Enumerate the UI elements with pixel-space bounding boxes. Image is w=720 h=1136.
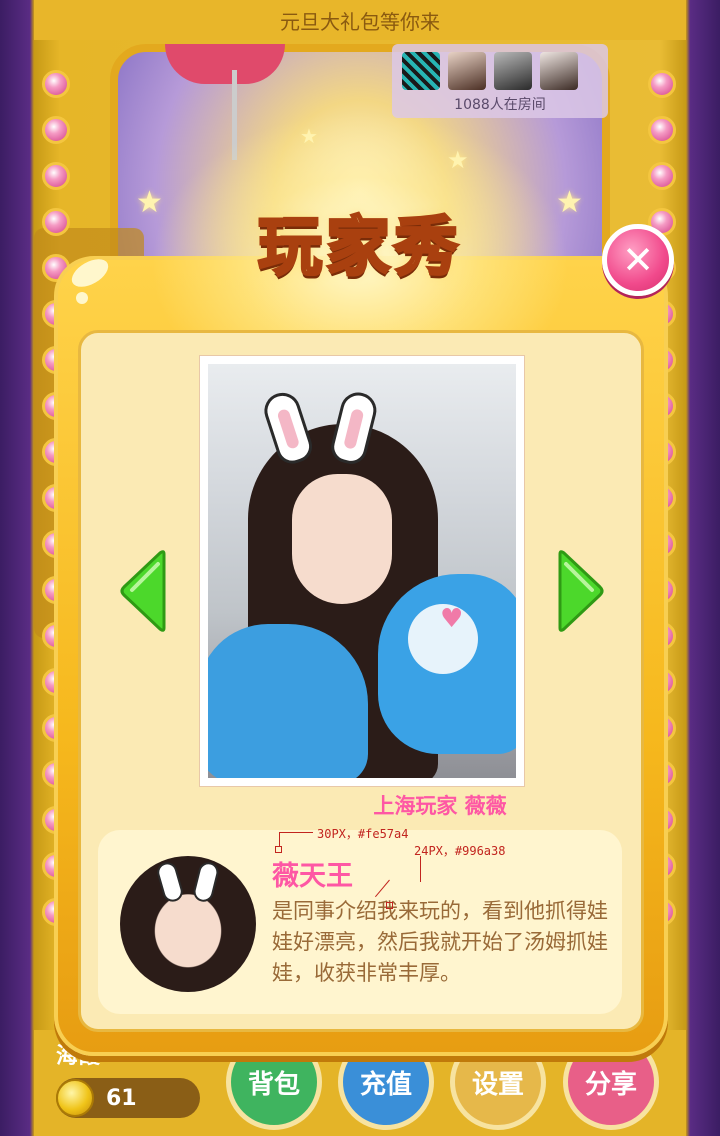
commenter-name: 薇天王 <box>272 861 353 892</box>
star-icon: ★ <box>447 146 469 174</box>
annotation-line <box>279 832 280 846</box>
annotation-marker <box>386 902 393 909</box>
player-photo-frame: ♥ <box>199 355 525 787</box>
next-arrow-icon[interactable] <box>556 550 606 632</box>
close-button[interactable]: ✕ <box>602 224 674 296</box>
bunny-ear-right <box>191 860 221 904</box>
player-photo: ♥ <box>208 364 516 778</box>
comment-text: 是同事介绍我来玩的，看到他抓得娃娃好漂亮，然后我就开始了汤姆抓娃娃，收获非常丰厚… <box>272 899 608 985</box>
photo-caption: 上海玩家 薇薇 <box>373 794 507 818</box>
star-icon: ★ <box>136 185 163 220</box>
plush-toy-left <box>208 624 368 778</box>
annotation-line <box>420 856 421 882</box>
prev-arrow-icon[interactable] <box>118 550 168 632</box>
bunny-ear-left <box>259 388 317 468</box>
annotation-line <box>279 832 313 833</box>
star-icon: ★ <box>300 124 318 148</box>
sparkle-icon <box>76 292 88 304</box>
bunny-ear-left <box>154 860 186 904</box>
heart-icon: ♥ <box>440 604 464 634</box>
annotation-marker <box>275 846 282 853</box>
text-font-spec: 24PX，#996a38 <box>414 844 506 858</box>
modal-title: 玩家秀 <box>257 210 462 287</box>
close-icon: ✕ <box>622 238 654 282</box>
commenter-avatar <box>120 856 256 992</box>
star-icon: ★ <box>556 185 583 220</box>
name-font-spec: 30PX，#fe57a4 <box>317 827 409 841</box>
photo-face <box>292 474 392 604</box>
